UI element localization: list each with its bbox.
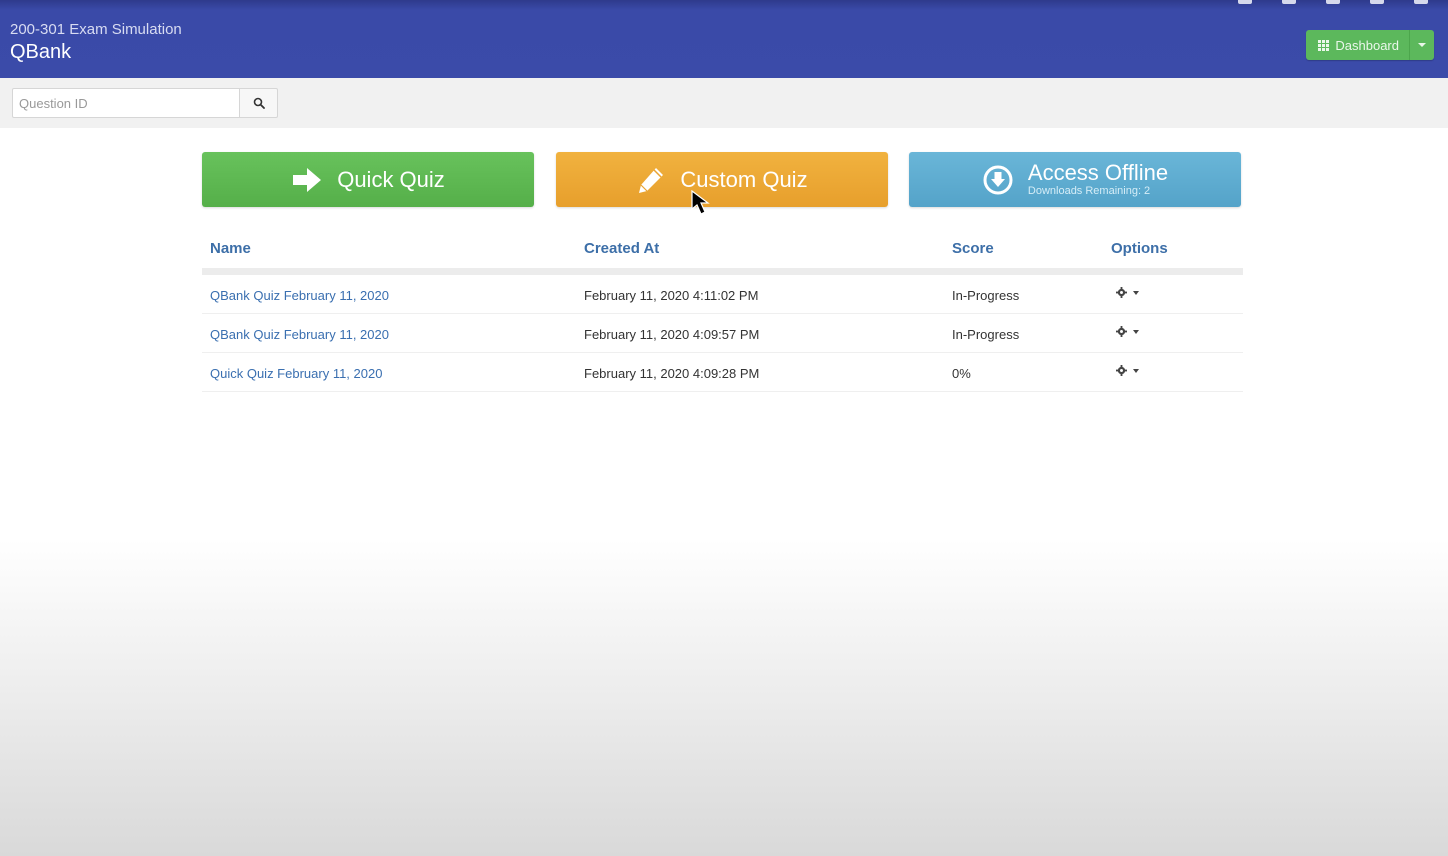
arrow-right-icon [291, 166, 323, 194]
user-icon[interactable] [1326, 0, 1340, 4]
score: 0% [952, 366, 971, 381]
table-header: Name Created At Score Options [202, 230, 1243, 275]
dashboard-button-label: Dashboard [1335, 37, 1399, 53]
table-row: QBank Quiz February 11, 2020 February 11… [202, 275, 1243, 314]
search-bar [0, 78, 1448, 128]
score: In-Progress [952, 327, 1020, 342]
column-header-created-at[interactable]: Created At [584, 240, 659, 257]
quiz-name-link[interactable]: QBank Quiz February 11, 2020 [210, 288, 389, 303]
header-icon-bar [1238, 0, 1428, 4]
download-circle-icon [982, 164, 1014, 196]
question-id-input[interactable] [12, 88, 240, 118]
mouse-cursor-icon [691, 190, 710, 215]
access-offline-text: Access Offline Downloads Remaining: 2 [1028, 162, 1168, 197]
lock-icon[interactable] [1414, 0, 1428, 4]
chevron-down-icon [1133, 290, 1139, 295]
options-menu[interactable] [1116, 365, 1139, 376]
app-title: QBank [10, 41, 72, 63]
score: In-Progress [952, 288, 1020, 303]
column-header-name[interactable]: Name [210, 240, 251, 257]
gear-icon [1116, 287, 1127, 298]
quick-quiz-button[interactable]: Quick Quiz [202, 152, 534, 207]
column-header-score[interactable]: Score [952, 240, 994, 257]
quiz-name-link[interactable]: QBank Quiz February 11, 2020 [210, 327, 389, 342]
column-header-options: Options [1111, 240, 1168, 257]
quiz-name-link[interactable]: Quick Quiz February 11, 2020 [210, 366, 382, 381]
options-menu[interactable] [1116, 287, 1139, 298]
chevron-down-icon [1133, 368, 1139, 373]
phone-icon[interactable] [1370, 0, 1384, 4]
chevron-down-icon [1133, 329, 1139, 334]
quiz-table: Name Created At Score Options QBank Quiz… [202, 230, 1243, 392]
custom-quiz-label: Custom Quiz [680, 166, 808, 192]
options-menu[interactable] [1116, 326, 1139, 337]
dashboard-button-group: Dashboard [1306, 30, 1434, 60]
quick-quiz-label: Quick Quiz [337, 166, 445, 192]
chevron-down-icon [1418, 43, 1426, 47]
pencil-icon [636, 165, 666, 195]
app-subtitle: 200-301 Exam Simulation [10, 21, 182, 38]
access-offline-button[interactable]: Access Offline Downloads Remaining: 2 [909, 152, 1241, 207]
created-at: February 11, 2020 4:11:02 PM [584, 288, 759, 303]
created-at: February 11, 2020 4:09:57 PM [584, 327, 760, 342]
monitor-icon[interactable] [1282, 0, 1296, 4]
gear-icon [1116, 326, 1127, 337]
table-row: QBank Quiz February 11, 2020 February 11… [202, 314, 1243, 353]
search-button[interactable] [239, 88, 278, 118]
downloads-remaining: Downloads Remaining: 2 [1027, 185, 1151, 197]
search-icon [253, 97, 265, 109]
custom-quiz-button[interactable]: Custom Quiz [556, 152, 888, 207]
table-row: Quick Quiz February 11, 2020 February 11… [202, 353, 1243, 392]
pause-icon[interactable] [1238, 0, 1252, 4]
access-offline-label: Access Offline [1027, 160, 1169, 185]
top-header: 200-301 Exam Simulation QBank Dashboard [0, 0, 1448, 78]
dashboard-button[interactable]: Dashboard [1306, 30, 1410, 60]
gear-icon [1116, 365, 1127, 376]
dashboard-dropdown-toggle[interactable] [1410, 30, 1434, 60]
created-at: February 11, 2020 4:09:28 PM [584, 366, 760, 381]
page: 200-301 Exam Simulation QBank Dashboard [0, 0, 1448, 856]
grid-icon [1318, 39, 1330, 51]
